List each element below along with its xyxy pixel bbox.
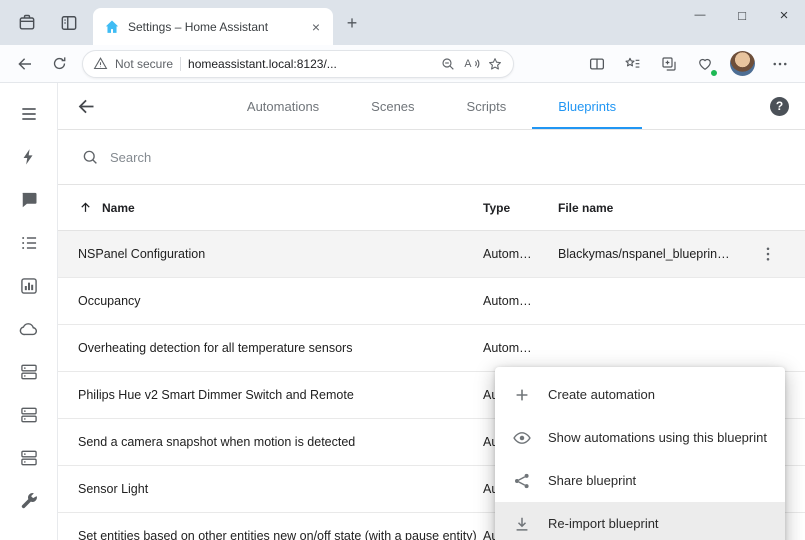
favorites-bar-icon[interactable] [618,49,648,79]
address-divider [180,57,181,71]
row-type: Autom… [483,294,558,308]
row-name: NSPanel Configuration [78,247,483,261]
row-name: Set entities based on other entities new… [78,529,483,540]
navbar-right-icons [582,49,795,79]
share-icon [512,471,532,491]
help-icon[interactable]: ? [770,97,789,116]
row-name: Occupancy [78,294,483,308]
browser-window: Settings – Home Assistant × + — □ × Not … [0,0,805,540]
home-assistant-favicon [104,19,120,35]
essentials-status-dot [710,69,718,77]
energy-icon[interactable] [7,135,51,178]
table-row[interactable]: Overheating detection for all temperatur… [58,325,805,372]
refresh-icon[interactable] [44,49,74,79]
menu-item-share-blueprint[interactable]: Share blueprint [495,459,785,502]
download-icon [512,514,532,534]
not-secure-warning-icon [93,56,108,71]
history-chart-icon[interactable] [7,264,51,307]
menu-item-show-automations[interactable]: Show automations using this blueprint [495,416,785,459]
window-controls: — □ × [679,0,805,30]
svg-text:A: A [464,58,472,70]
ha-sidebar [0,83,58,540]
tab-automations[interactable]: Automations [221,83,345,129]
row-file: Blackymas/nspanel_blueprin… [558,247,753,261]
column-header-file[interactable]: File name [558,201,753,215]
row-type: Autom… [483,247,558,261]
search-placeholder: Search [110,150,151,165]
eye-icon [512,428,532,448]
row-name: Sensor Light [78,482,483,496]
home-assistant-page: Automations Scenes Scripts Blueprints ? … [0,83,805,540]
zoom-out-icon[interactable] [440,56,456,72]
favorite-star-icon[interactable] [487,56,503,72]
browser-titlebar: Settings – Home Assistant × + — □ × [0,0,805,45]
table-row[interactable]: Occupancy Autom… [58,278,805,325]
browser-navbar: Not secure homeassistant.local:8123/... … [0,45,805,83]
tab-close-icon[interactable]: × [307,18,325,36]
table-row[interactable]: NSPanel Configuration Autom… Blackymas/n… [58,231,805,278]
plus-icon [512,385,532,405]
vertical-tabs-icon[interactable] [57,11,81,35]
menu-item-reimport-blueprint[interactable]: Re-import blueprint [495,502,785,540]
ha-header: Automations Scenes Scripts Blueprints ? [58,83,805,130]
cloud-icon[interactable] [7,307,51,350]
ha-tab-bar: Automations Scenes Scripts Blueprints [58,83,805,129]
back-icon[interactable] [10,49,40,79]
collections-icon[interactable] [654,49,684,79]
search-icon [81,148,99,166]
row-overflow-menu-icon[interactable] [753,245,783,263]
workspace-icon[interactable] [15,11,39,35]
column-header-type[interactable]: Type [483,201,558,215]
row-name: Philips Hue v2 Smart Dimmer Switch and R… [78,388,483,402]
tools-wrench-icon[interactable] [7,479,51,522]
maximize-button[interactable]: □ [721,0,763,30]
server-icon[interactable] [7,436,51,479]
search-bar[interactable]: Search [58,130,805,185]
row-name: Overheating detection for all temperatur… [78,341,483,355]
new-tab-button[interactable]: + [341,12,363,34]
minimize-button[interactable]: — [679,0,721,30]
security-label[interactable]: Not secure [115,57,173,71]
profile-avatar[interactable] [730,51,755,76]
settings-ellipsis-icon[interactable] [765,49,795,79]
row-type: Autom… [483,341,558,355]
url-text[interactable]: homeassistant.local:8123/... [188,57,433,71]
tab-blueprints[interactable]: Blueprints [532,83,642,129]
browser-tab[interactable]: Settings – Home Assistant × [93,8,333,45]
close-button[interactable]: × [763,0,805,30]
read-aloud-icon[interactable]: A [463,55,480,72]
server-icon[interactable] [7,350,51,393]
menu-icon[interactable] [7,92,51,135]
menu-item-create-automation[interactable]: Create automation [495,373,785,416]
tab-scripts[interactable]: Scripts [441,83,533,129]
column-header-name[interactable]: Name [102,201,135,215]
row-name: Send a camera snapshot when motion is de… [78,435,483,449]
address-bar[interactable]: Not secure homeassistant.local:8123/... … [82,50,514,78]
sort-ascending-icon[interactable] [78,200,93,215]
todo-list-icon[interactable] [7,221,51,264]
table-header: Name Type File name [58,185,805,231]
ha-back-icon[interactable] [76,96,97,117]
tab-scenes[interactable]: Scenes [345,83,440,129]
tab-title: Settings – Home Assistant [128,20,299,34]
server-icon[interactable] [7,393,51,436]
blueprint-context-menu: Create automation Show automations using… [495,367,785,540]
browser-essentials-icon[interactable] [690,49,720,79]
assist-chat-icon[interactable] [7,178,51,221]
split-screen-icon[interactable] [582,49,612,79]
